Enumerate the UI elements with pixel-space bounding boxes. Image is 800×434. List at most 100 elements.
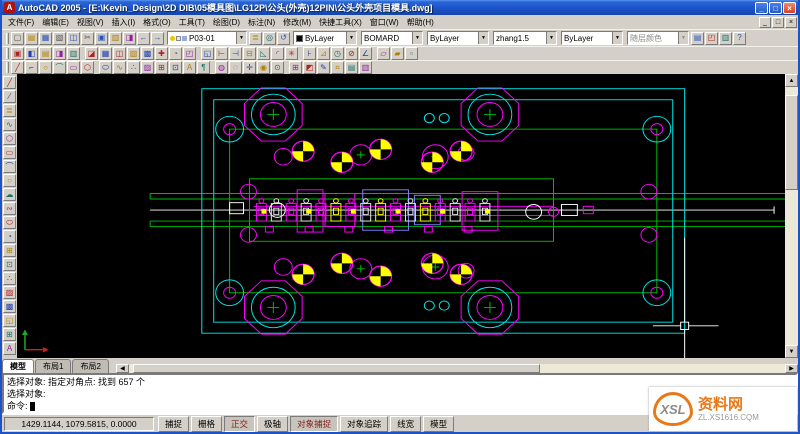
scroll-up-icon[interactable]: ▲: [785, 74, 798, 87]
gradient-icon[interactable]: ▩: [3, 300, 16, 313]
ellipse-arc-icon[interactable]: ◔: [3, 230, 16, 243]
zoom-extents-icon[interactable]: ⊙: [271, 61, 284, 74]
help-icon[interactable]: ?: [733, 32, 746, 45]
mtext-icon[interactable]: A: [3, 342, 16, 355]
erase-icon[interactable]: ◪: [85, 47, 98, 60]
point-icon[interactable]: ∴: [127, 61, 140, 74]
chevron-down-icon[interactable]: ▼: [412, 32, 422, 44]
insert-block-icon[interactable]: ⊞: [155, 61, 168, 74]
layer-properties-icon[interactable]: ≣: [249, 32, 262, 45]
menu-dimension[interactable]: 标注(N): [244, 16, 279, 29]
snap-button[interactable]: 捕捉: [158, 416, 189, 432]
line-icon[interactable]: ╱: [11, 61, 24, 74]
tab-layout1[interactable]: 布局1: [35, 359, 71, 373]
make-layer-current-icon[interactable]: ◎: [263, 32, 276, 45]
diameter-dim-icon[interactable]: ⊘: [345, 47, 358, 60]
revision-cloud-icon[interactable]: ☁: [3, 188, 16, 201]
scroll-right-icon[interactable]: ▶: [785, 364, 798, 373]
dimstyle-dropdown[interactable]: BOMARD ▼: [361, 31, 423, 45]
mtext-icon[interactable]: ¶: [197, 61, 210, 74]
copy-clip-icon[interactable]: ▣: [95, 32, 108, 45]
osnap-button[interactable]: 对象捕捉: [290, 416, 338, 432]
chevron-down-icon[interactable]: ▼: [678, 32, 688, 44]
menu-express[interactable]: 快捷工具(X): [315, 16, 366, 29]
chevron-down-icon[interactable]: ▼: [236, 32, 246, 44]
layer-previous-icon[interactable]: ↺: [277, 32, 290, 45]
otrack-button[interactable]: 对象追踪: [340, 416, 388, 432]
markup-icon[interactable]: ✎: [317, 61, 330, 74]
horizontal-scrollbar[interactable]: ◀ ▶: [116, 364, 798, 373]
mirror-icon[interactable]: ◫: [113, 47, 126, 60]
toolbar-grip[interactable]: [6, 62, 9, 73]
horizontal-scroll-thumb[interactable]: [133, 364, 540, 373]
redo-icon[interactable]: →: [151, 32, 164, 45]
ortho-button[interactable]: 正交: [224, 416, 255, 432]
layer-off-icon[interactable]: ▤: [39, 47, 52, 60]
paste-icon[interactable]: ▥: [109, 32, 122, 45]
circle-icon[interactable]: ○: [3, 174, 16, 187]
mdi-restore-button[interactable]: □: [772, 17, 784, 28]
menu-edit[interactable]: 编辑(E): [38, 16, 73, 29]
publish-icon[interactable]: ▥: [359, 61, 372, 74]
menu-modify[interactable]: 修改(M): [279, 16, 315, 29]
stretch-icon[interactable]: ◱: [201, 47, 214, 60]
undo-icon[interactable]: ←: [137, 32, 150, 45]
spline-icon[interactable]: ∾: [3, 202, 16, 215]
linetype-dropdown[interactable]: ByLayer ▼: [427, 31, 489, 45]
dim-edit-icon[interactable]: ▰: [391, 47, 404, 60]
zoom-realtime-icon[interactable]: ◉: [257, 61, 270, 74]
close-button[interactable]: ×: [783, 2, 796, 14]
copy-object-icon[interactable]: ▦: [99, 47, 112, 60]
properties-icon[interactable]: ▤: [691, 32, 704, 45]
zoom-previous-icon[interactable]: ◌: [229, 61, 242, 74]
table-icon[interactable]: ⊞: [289, 61, 302, 74]
pan-icon[interactable]: ✛: [243, 61, 256, 74]
scroll-down-icon[interactable]: ▼: [785, 345, 798, 358]
hatch-icon[interactable]: ▨: [3, 286, 16, 299]
insert-block-icon[interactable]: ⊞: [3, 244, 16, 257]
open-icon[interactable]: ▤: [25, 32, 38, 45]
layer-freeze-icon[interactable]: ◨: [53, 47, 66, 60]
arc-icon[interactable]: ⌒: [3, 160, 16, 173]
chevron-down-icon[interactable]: ▼: [546, 32, 556, 44]
menu-format[interactable]: 格式(O): [139, 16, 175, 29]
multiline-icon[interactable]: ≣: [3, 104, 16, 117]
ellipse-icon[interactable]: ⬭: [99, 61, 112, 74]
aligned-dim-icon[interactable]: ⊿: [317, 47, 330, 60]
quick-dim-icon[interactable]: ▱: [377, 47, 390, 60]
layer-dropdown[interactable]: P03-01 ▼: [167, 31, 247, 45]
tab-layout2[interactable]: 布局2: [72, 359, 108, 373]
scale-icon[interactable]: ◰: [183, 47, 196, 60]
scroll-left-icon[interactable]: ◀: [116, 364, 129, 373]
table-icon[interactable]: ⊞: [3, 328, 16, 341]
construction-line-icon[interactable]: ⁄: [3, 90, 16, 103]
extend-icon[interactable]: ⊣: [229, 47, 242, 60]
trim-icon[interactable]: ⊢: [215, 47, 228, 60]
menu-insert[interactable]: 插入(I): [108, 16, 140, 29]
polyline-icon[interactable]: ∿: [3, 118, 16, 131]
break-icon[interactable]: ⊟: [243, 47, 256, 60]
point-icon[interactable]: ∴: [3, 272, 16, 285]
polyline-icon[interactable]: ⌐: [25, 61, 38, 74]
vertical-scroll-thumb[interactable]: [785, 95, 798, 190]
drawing-canvas[interactable]: [17, 74, 785, 358]
color-dropdown[interactable]: ByLayer ▼: [293, 31, 357, 45]
grid-button[interactable]: 栅格: [191, 416, 222, 432]
mdi-close-button[interactable]: ×: [785, 17, 797, 28]
spline-icon[interactable]: ∿: [113, 61, 126, 74]
hatch-icon[interactable]: ▨: [141, 61, 154, 74]
layer-lock-icon[interactable]: ▥: [67, 47, 80, 60]
cut-icon[interactable]: ✂: [81, 32, 94, 45]
vertical-scrollbar[interactable]: ▲ ▼: [785, 74, 798, 358]
save-icon[interactable]: ▦: [39, 32, 52, 45]
text-icon[interactable]: A: [183, 61, 196, 74]
minimize-button[interactable]: _: [755, 2, 768, 14]
linear-dim-icon[interactable]: ⊦: [303, 47, 316, 60]
design-center-icon[interactable]: ◰: [705, 32, 718, 45]
textstyle-dropdown[interactable]: zhang1.5 ▼: [493, 31, 557, 45]
toolbar-grip[interactable]: [6, 48, 9, 59]
block-editor-icon[interactable]: ◩: [303, 61, 316, 74]
maximize-button[interactable]: □: [769, 2, 782, 14]
menu-file[interactable]: 文件(F): [4, 16, 38, 29]
arc-icon[interactable]: ⌒: [53, 61, 66, 74]
